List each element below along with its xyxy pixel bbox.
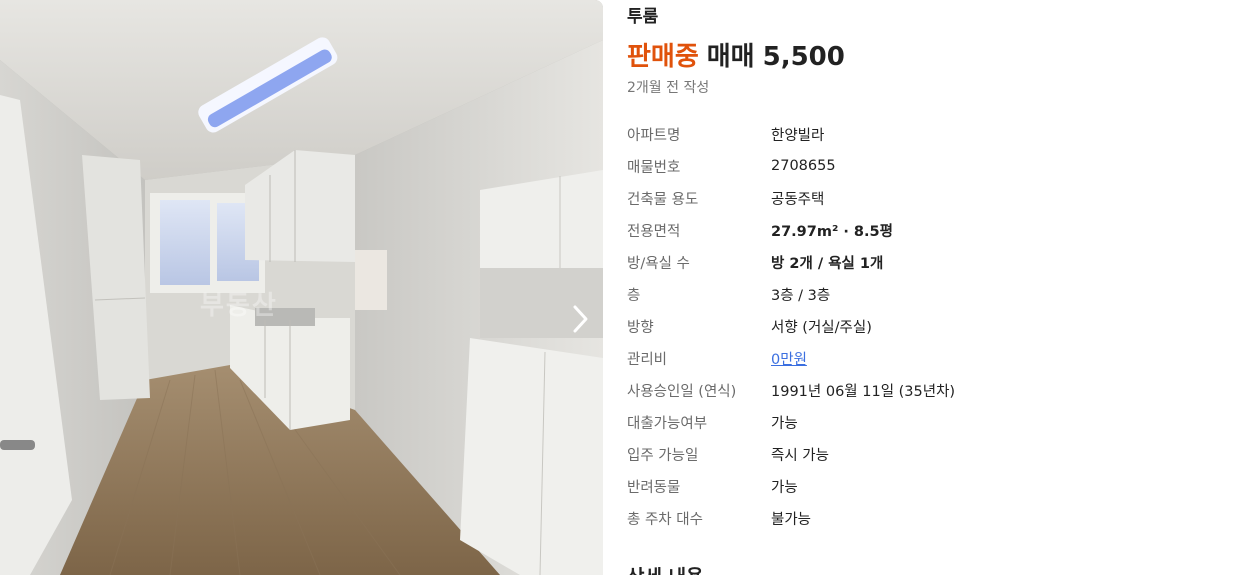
spec-table: 아파트명 한양빌라 매물번호 2708655 건축물 용도 공동주택 전용면적 … — [627, 118, 1187, 534]
spec-label: 방향 — [627, 319, 654, 336]
spec-label: 건축물 용도 — [627, 191, 699, 208]
spec-value: 방 2개 / 욕실 1개 — [771, 255, 884, 272]
spec-value: 즉시 가능 — [771, 447, 829, 464]
spec-label: 사용승인일 (연식) — [627, 383, 737, 400]
spec-row-parking: 총 주차 대수 불가능 — [627, 502, 1187, 534]
spec-row-approval-date: 사용승인일 (연식) 1991년 06월 11일 (35년차) — [627, 374, 1187, 406]
spec-row-rooms-baths: 방/욕실 수 방 2개 / 욕실 1개 — [627, 246, 1187, 278]
spec-value: 가능 — [771, 415, 798, 432]
price-value: 5,500 — [762, 42, 845, 72]
spec-label: 아파트명 — [627, 127, 681, 144]
detail-section-title: 상세 내용 — [627, 562, 704, 575]
spec-value: 가능 — [771, 479, 798, 496]
listing-photo[interactable]: 부동산 — [0, 0, 603, 575]
chevron-right-icon — [573, 305, 588, 333]
listing-page: 부동산 투룸 판매중 매매 5,500 2개월 전 작성 아파트명 한양빌라 매물번… — [0, 0, 1240, 575]
spec-row-pets: 반려동물 가능 — [627, 470, 1187, 502]
spec-label: 방/욕실 수 — [627, 255, 690, 272]
spec-row-apartment-name: 아파트명 한양빌라 — [627, 118, 1187, 150]
spec-row-direction: 방향 서향 (거실/주실) — [627, 310, 1187, 342]
room-type-label: 투룸 — [627, 7, 659, 27]
deal-type-label: 매매 — [706, 42, 755, 72]
kitchen-photo-image — [0, 0, 603, 575]
spec-value: 한양빌라 — [771, 127, 825, 144]
spec-value: 3층 / 3층 — [771, 287, 831, 304]
sale-status-badge: 판매중 — [627, 42, 699, 72]
spec-row-move-in: 입주 가능일 즉시 가능 — [627, 438, 1187, 470]
photo-watermark: 부동산 — [200, 291, 278, 321]
spec-row-maintenance-fee: 관리비 0만원 — [627, 342, 1187, 374]
spec-label: 매물번호 — [627, 159, 681, 176]
posted-time: 2개월 전 작성 — [627, 80, 710, 96]
spec-label: 층 — [627, 287, 641, 304]
spec-row-building-use: 건축물 용도 공동주택 — [627, 182, 1187, 214]
spec-label: 전용면적 — [627, 223, 681, 240]
spec-value: 2708655 — [771, 158, 836, 174]
spec-value: 27.97m² · 8.5평 — [771, 223, 893, 240]
spec-label: 대출가능여부 — [627, 415, 708, 432]
spec-label: 관리비 — [627, 351, 668, 368]
listing-headline: 판매중 매매 5,500 — [627, 36, 845, 73]
spec-row-area: 전용면적 27.97m² · 8.5평 — [627, 214, 1187, 246]
spec-label: 반려동물 — [627, 479, 681, 496]
spec-row-floor: 층 3층 / 3층 — [627, 278, 1187, 310]
spec-row-loan: 대출가능여부 가능 — [627, 406, 1187, 438]
spec-value: 불가능 — [771, 511, 812, 528]
spec-label: 입주 가능일 — [627, 447, 699, 464]
spec-value: 1991년 06월 11일 (35년차) — [771, 383, 956, 400]
next-photo-button[interactable] — [560, 296, 600, 342]
spec-value: 서향 (거실/주실) — [771, 319, 872, 336]
maintenance-fee-link[interactable]: 0만원 — [771, 348, 807, 369]
spec-value: 공동주택 — [771, 191, 825, 208]
listing-info: 투룸 판매중 매매 5,500 2개월 전 작성 아파트명 한양빌라 매물번호 27… — [627, 0, 1227, 575]
spec-label: 총 주차 대수 — [627, 511, 703, 528]
spec-row-listing-number: 매물번호 2708655 — [627, 150, 1187, 182]
